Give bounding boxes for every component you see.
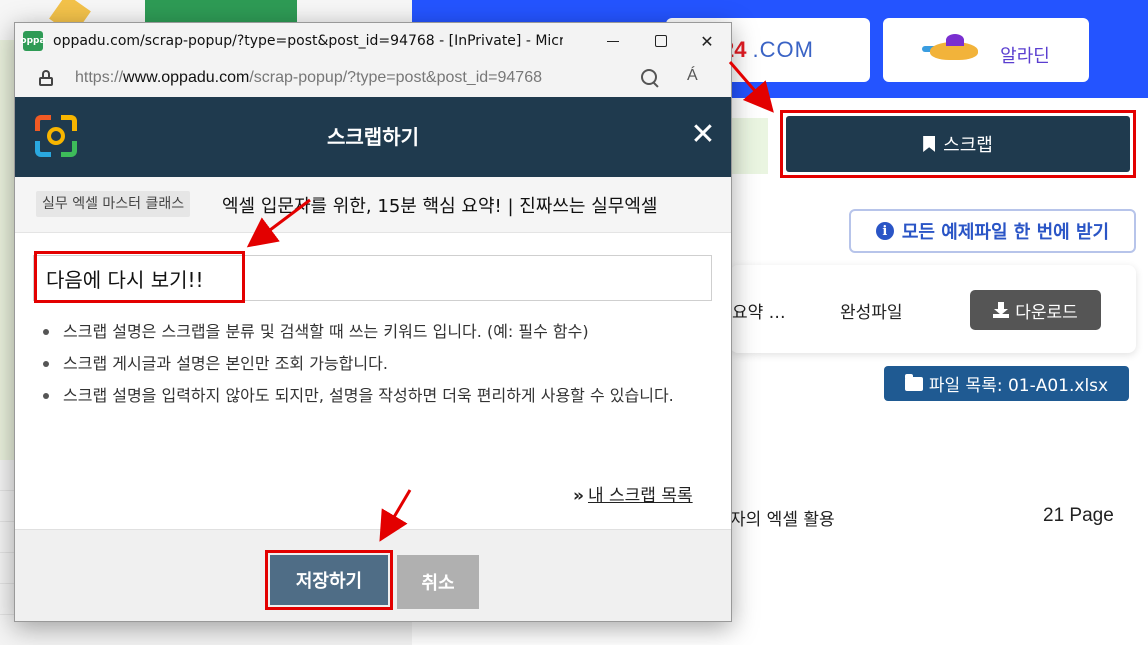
site-favicon-icon: oppa [20,31,46,51]
page-count: 21 Page [1043,505,1114,526]
maximize-button[interactable] [637,23,685,59]
green-tile [732,118,768,174]
scrap-button[interactable]: 스크랩 [786,116,1130,172]
scrap-popup-window: oppa oppadu.com/scrap-popup/?type=post&p… [14,22,732,622]
scrap-notes-list: 스크랩 설명은 스크랩을 분류 및 검색할 때 쓰는 키워드 입니다. (예: … [39,319,699,415]
lock-icon[interactable] [39,70,53,86]
download-icon [993,302,1010,318]
url-path: /scrap-popup/?type=post&post_id=94768 [249,69,542,86]
minimize-button[interactable] [589,23,637,59]
modal-header: 스크랩하기 ✕ [15,97,731,177]
minimize-icon [607,40,619,42]
url-domain: www.oppadu.com [123,69,250,86]
file-row: 요약 … 완성파일 다운로드 [730,265,1136,353]
download-all-examples-button[interactable]: i 모든 예제파일 한 번에 받기 [849,209,1136,253]
double-chevron-right-icon: » [573,486,584,506]
download-button[interactable]: 다운로드 [970,290,1101,330]
info-icon: i [875,222,894,240]
folder-icon [904,373,923,391]
aladin-lamp-icon [922,32,994,68]
cancel-button[interactable]: 취소 [397,555,479,609]
course-title: 엑셀 입문자를 위한, 15분 핵심 요약! | 진짜쓰는 실무엑셀 [222,196,658,217]
course-info-row: 실무 엑셀 마스터 클래스 엑셀 입문자를 위한, 15분 핵심 요약! | 진… [15,177,731,233]
scrap-button-label: 스크랩 [943,135,993,156]
complete-file-label: 완성파일 [840,303,903,323]
aladin-label: 알라딘 [1000,46,1050,67]
my-scrap-list-label: 내 스크랩 목록 [587,486,693,506]
window-close-button[interactable]: ✕ [683,23,731,59]
window-titlebar[interactable]: oppa oppadu.com/scrap-popup/?type=post&p… [15,23,731,59]
file-list-label: 파일 목록: 01-A01.xlsx [928,376,1109,396]
aladin-link[interactable]: 알라딘 [883,18,1089,82]
url-prefix: https:// [75,69,124,86]
modal-footer: 저장하기 취소 [15,529,731,621]
maximize-icon [655,35,667,47]
read-aloud-icon[interactable]: Á [687,67,698,85]
note-item: 스크랩 설명을 입력하지 않아도 되지만, 설명을 작성하면 더욱 편리하게 사… [39,383,699,409]
yes24-logo-com: .COM [752,37,814,62]
excel-use-text: 자의 엑셀 활용 [730,510,835,530]
bookmark-icon [923,136,936,152]
window-title: oppadu.com/scrap-popup/?type=post&post_i… [53,33,563,49]
scrap-button-highlight: 스크랩 [780,110,1136,178]
course-tag: 실무 엑셀 마스터 클래스 [36,191,191,217]
file-summary-text: 요약 … [732,303,786,323]
my-scrap-list-link[interactable]: » 내 스크랩 목록 [573,481,693,506]
note-item: 스크랩 설명은 스크랩을 분류 및 검색할 때 쓰는 키워드 입니다. (예: … [39,319,699,345]
window-close-icon: ✕ [700,31,714,51]
save-button[interactable]: 저장하기 [270,555,388,605]
modal-close-icon[interactable]: ✕ [687,119,719,151]
zoom-icon[interactable] [641,69,659,87]
modal-title: 스크랩하기 [327,125,419,149]
scrap-memo-input[interactable] [33,255,712,301]
download-label: 다운로드 [1015,302,1078,323]
download-all-examples-label: 모든 예제파일 한 번에 받기 [901,222,1110,243]
address-bar[interactable]: https://www.oppadu.com/scrap-popup/?type… [15,59,731,97]
file-list-badge[interactable]: 파일 목록: 01-A01.xlsx [884,366,1129,401]
url-text[interactable]: https://www.oppadu.com/scrap-popup/?type… [75,69,542,87]
note-item: 스크랩 게시글과 설명은 본인만 조회 가능합니다. [39,351,699,377]
